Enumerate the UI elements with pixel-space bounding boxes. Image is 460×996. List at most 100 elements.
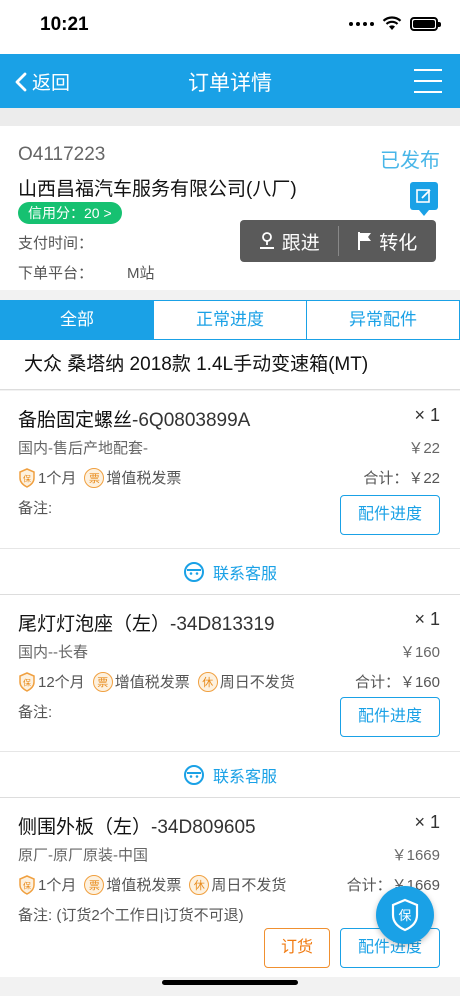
follow-icon	[259, 232, 274, 249]
invoice-icon: 票	[92, 671, 113, 692]
part-name-row: 尾灯灯泡座（左）-34D813319	[18, 609, 275, 636]
part-price: ￥1669	[391, 847, 440, 864]
status-time: 10:21	[40, 14, 89, 35]
part-name: 侧围外板（左）	[18, 817, 152, 838]
part-price: ￥160	[399, 644, 440, 661]
invoice-tag: 票 增值税发票	[84, 467, 181, 488]
shield-icon: 保	[19, 467, 35, 488]
platform-label: 下单平台：	[18, 265, 94, 282]
part-origin: 国内--长春	[18, 644, 88, 661]
rest-icon: 休	[197, 671, 218, 692]
part-origin: 国内-售后产地配套-	[18, 440, 148, 457]
sunday-tag: 休 周日不发货	[197, 671, 295, 692]
vehicle-model: 大众 桑塔纳 2018款 1.4L手动变速箱(MT)	[0, 340, 460, 390]
order-goods-button[interactable]: 订货	[264, 928, 330, 968]
warranty-text: 1个月	[38, 877, 77, 894]
part-item: 尾灯灯泡座（左）-34D813319 × 1 国内--长春 ￥160 保 12个…	[0, 594, 460, 751]
wifi-icon	[382, 16, 402, 30]
shield-icon: 保	[19, 671, 35, 692]
part-name-row: 侧围外板（左）-34D809605	[18, 812, 256, 839]
sunday-text: 周日不发货	[211, 877, 287, 894]
invoice-text: 增值税发票	[106, 470, 182, 487]
order-number: O4117223	[18, 144, 106, 165]
part-code: -6Q0803899A	[132, 410, 251, 431]
warranty-text: 12个月	[38, 674, 85, 691]
status-icons	[349, 16, 441, 31]
part-code: -34D813319	[170, 614, 275, 635]
sunday-text: 周日不发货	[219, 674, 295, 691]
shield-icon: 保	[391, 898, 419, 932]
part-remark: 备注: (订货2个工作日|订货不可退)	[18, 907, 244, 924]
part-quantity: × 1	[414, 812, 440, 832]
contact-service-button[interactable]: 联系客服	[0, 548, 460, 594]
part-remark: 备注:	[18, 500, 53, 517]
warranty-tag: 保 12个月	[18, 671, 85, 692]
status-bar: 10:21	[0, 0, 460, 54]
home-indicator	[162, 980, 298, 985]
part-remark: 备注:	[18, 704, 53, 721]
convert-label: 转化	[379, 232, 418, 254]
progress-tabs: 全部 正常进度 异常配件	[0, 300, 460, 340]
part-total: 合计：￥160	[354, 674, 440, 691]
convert-button[interactable]: 转化	[339, 220, 437, 262]
svg-text:保: 保	[23, 473, 31, 483]
order-status: 已发布	[380, 150, 440, 172]
company-name: 山西昌福汽车服务有限公司(八厂)	[18, 179, 297, 200]
contact-label: 联系客服	[212, 565, 277, 583]
invoice-icon: 票	[84, 874, 105, 895]
warranty-text: 1个月	[38, 470, 77, 487]
part-tags: 保 1个月 票 增值税发票 休 周日不发货	[18, 874, 286, 895]
contact-service-button[interactable]: 联系客服	[0, 751, 460, 797]
part-item: 备胎固定螺丝-6Q0803899A × 1 国内-售后产地配套- ￥22 保 1…	[0, 391, 460, 548]
tab-normal-progress[interactable]: 正常进度	[154, 301, 307, 339]
follow-button[interactable]: 跟进	[240, 220, 338, 262]
credit-score-badge[interactable]: 信用分：20 >	[18, 202, 122, 224]
pay-time-label: 支付时间：	[18, 235, 94, 252]
part-tags: 保 1个月 票 增值税发票	[18, 467, 181, 488]
rest-icon: 休	[189, 874, 210, 895]
part-progress-button[interactable]: 配件进度	[340, 495, 440, 535]
part-name-row: 备胎固定螺丝-6Q0803899A	[18, 405, 250, 432]
invoice-tag: 票 增值税发票	[92, 671, 190, 692]
invoice-text: 增值税发票	[114, 674, 190, 691]
part-progress-button[interactable]: 配件进度	[340, 697, 440, 737]
part-total: 合计：￥22	[363, 470, 440, 487]
part-quantity: × 1	[414, 405, 440, 425]
svg-text:保: 保	[398, 908, 411, 923]
svg-text:保: 保	[23, 677, 31, 687]
page-title: 订单详情	[188, 72, 272, 95]
battery-icon	[410, 16, 441, 31]
action-popup: 跟进 转化	[240, 220, 436, 262]
part-item: 侧围外板（左）-34D809605 × 1 原厂-原厂原装-中国 ￥1669 保…	[0, 797, 460, 977]
customer-service-icon	[183, 764, 204, 785]
invoice-tag: 票 增值税发票	[84, 874, 181, 895]
warranty-float-button[interactable]: 保	[376, 886, 434, 944]
warranty-tag: 保 1个月	[18, 874, 76, 895]
tab-all[interactable]: 全部	[1, 301, 154, 339]
contact-label: 联系客服	[212, 768, 277, 786]
nav-bar: 返回 订单详情	[0, 54, 460, 108]
platform-value: M站	[127, 265, 155, 282]
shield-icon: 保	[19, 874, 35, 895]
part-quantity: × 1	[414, 609, 440, 629]
part-name: 备胎固定螺丝	[18, 410, 133, 431]
signal-icon	[349, 21, 374, 26]
customer-service-icon	[183, 561, 204, 582]
menu-icon[interactable]	[414, 69, 442, 93]
platform-row: 下单平台： M站	[18, 262, 155, 283]
order-info: O4117223 已发布 山西昌福汽车服务有限公司(八厂) 信用分：20 > 支…	[0, 126, 460, 290]
edit-icon[interactable]	[410, 182, 438, 216]
flag-icon	[358, 232, 372, 250]
tab-abnormal-parts[interactable]: 异常配件	[307, 301, 459, 339]
part-name: 尾灯灯泡座（左）	[18, 614, 171, 635]
svg-text:保: 保	[23, 880, 31, 890]
part-code: -34D809605	[151, 817, 256, 838]
invoice-text: 增值税发票	[106, 877, 182, 894]
part-origin: 原厂-原厂原装-中国	[18, 847, 148, 864]
part-price: ￥22	[408, 440, 440, 457]
warranty-tag: 保 1个月	[18, 467, 76, 488]
header-spacer	[0, 108, 460, 126]
sunday-tag: 休 周日不发货	[189, 874, 286, 895]
follow-label: 跟进	[281, 232, 320, 254]
invoice-icon: 票	[84, 467, 105, 488]
